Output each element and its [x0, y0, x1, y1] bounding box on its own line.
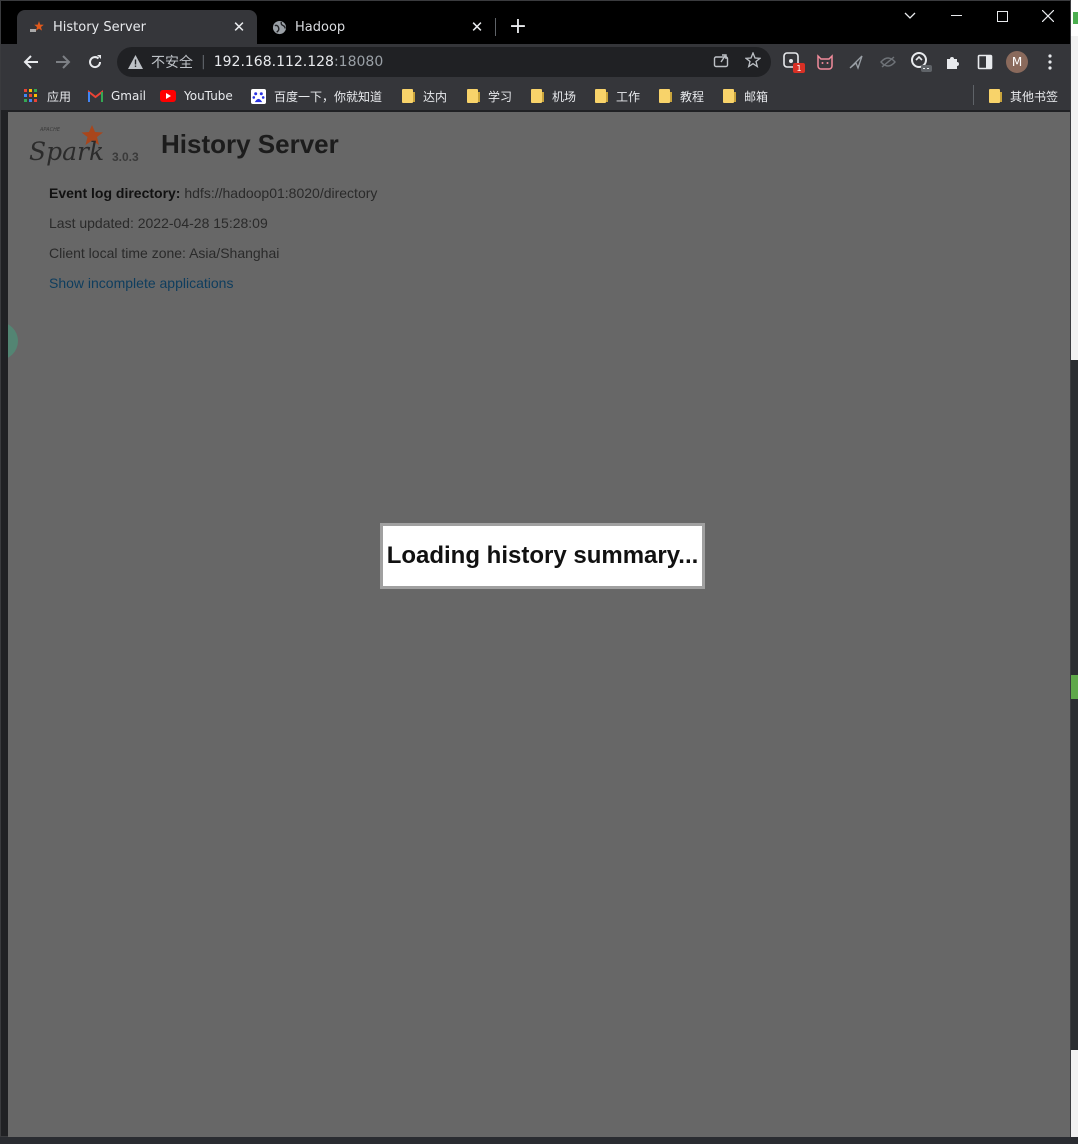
tab-search-icon[interactable] — [887, 1, 933, 31]
cursor-extension-icon[interactable] — [844, 50, 868, 74]
tab-title: Hadoop — [295, 19, 346, 35]
warning-icon[interactable] — [127, 55, 143, 69]
tab-close-icon[interactable]: ✕ — [467, 17, 487, 37]
side-floating-button[interactable] — [8, 322, 18, 360]
apps-grid-icon — [23, 88, 39, 104]
bookmark-label: 其他书签 — [1010, 89, 1059, 104]
profile-initial: M — [1006, 51, 1028, 73]
bookmark-apps[interactable]: 应用 — [23, 86, 71, 106]
eye-extension-icon[interactable] — [876, 50, 900, 74]
bookmark-label: 百度一下，你就知道 — [274, 89, 383, 104]
logo-spark-text: Spark — [29, 137, 104, 166]
url-host: 192.168.112.128 — [213, 54, 334, 70]
folder-icon — [464, 88, 480, 104]
loading-message: Loading history summary... — [386, 542, 699, 569]
bookmark-label: YouTube — [184, 89, 233, 103]
bookmark-label: 达内 — [423, 89, 448, 104]
puzzle-extensions-icon[interactable] — [941, 50, 965, 74]
extension-badge-icon[interactable]: 1 — [781, 50, 805, 74]
bookmark-label: 工作 — [616, 89, 641, 104]
event-log-value: hdfs://hadoop01:8020/directory — [184, 185, 378, 201]
loading-dialog: Loading history summary... — [380, 523, 705, 589]
folder-icon — [656, 88, 672, 104]
bookmark-label: 学习 — [488, 89, 513, 104]
client-time-zone: Client local time zone: Asia/Shanghai — [49, 245, 280, 261]
bookmark-gmail[interactable]: Gmail — [87, 86, 146, 106]
bookmark-folder-jiaocheng[interactable]: 教程 — [656, 86, 704, 106]
side-panel-icon[interactable] — [973, 50, 997, 74]
close-window-button[interactable] — [1025, 1, 1071, 31]
reload-button[interactable] — [81, 48, 109, 76]
bookmark-folder-xuexi[interactable]: 学习 — [464, 86, 512, 106]
event-log-directory: Event log directory: hdfs://hadoop01:802… — [49, 185, 377, 201]
tab-close-icon[interactable]: ✕ — [229, 17, 249, 37]
share-icon[interactable] — [712, 51, 730, 69]
globe-icon — [271, 19, 287, 35]
folder-icon — [986, 88, 1002, 104]
spark-favicon-icon — [29, 19, 45, 35]
last-updated: Last updated: 2022-04-28 15:28:09 — [49, 215, 268, 231]
bookmark-baidu[interactable]: 百度一下，你就知道 — [250, 86, 382, 106]
bookmark-folder-danei[interactable]: 达内 — [399, 86, 447, 106]
extension-badge-count: 1 — [796, 64, 801, 73]
bookmark-label: 机场 — [552, 89, 577, 104]
new-tab-button[interactable]: + — [506, 14, 530, 39]
sync-extension-icon[interactable] — [909, 50, 933, 74]
browser-window: History Server ✕ Hadoop ✕ + 不安全 | 192.16… — [0, 0, 1071, 1138]
profile-avatar[interactable]: M — [1005, 50, 1029, 74]
maximize-button[interactable] — [979, 1, 1025, 31]
folder-icon — [399, 88, 415, 104]
forward-button[interactable] — [49, 48, 77, 76]
page-title: History Server — [161, 129, 339, 159]
security-label[interactable]: 不安全 — [151, 52, 193, 72]
spark-logo[interactable]: APACHE Spark — [28, 124, 108, 166]
page-content: APACHE Spark 3.0.3 History Server Event … — [8, 112, 1070, 1138]
event-log-label: Event log directory: — [49, 185, 181, 201]
minimize-button[interactable] — [933, 1, 979, 31]
bookmark-label: 教程 — [680, 89, 705, 104]
spark-version: 3.0.3 — [112, 150, 139, 164]
tab-title: History Server — [53, 19, 147, 35]
bookmark-star-icon[interactable] — [744, 51, 762, 69]
gmail-icon — [87, 88, 103, 104]
background-window-edge — [1071, 0, 1078, 1144]
tab-history-server[interactable]: History Server ✕ — [17, 10, 257, 44]
tab-hadoop[interactable]: Hadoop ✕ — [259, 10, 495, 44]
browser-toolbar: 不安全 | 192.168.112.128:18080 1 M — [1, 44, 1070, 81]
address-separator: | — [201, 54, 206, 70]
baidu-icon — [250, 88, 266, 104]
logo-apache-text: APACHE — [39, 127, 61, 133]
folder-icon — [720, 88, 736, 104]
back-button[interactable] — [17, 48, 45, 76]
bookmark-folder-youxiang[interactable]: 邮箱 — [720, 86, 768, 106]
show-incomplete-link[interactable]: Show incomplete applications — [49, 275, 233, 291]
show-incomplete-row: Show incomplete applications — [49, 275, 233, 291]
address-bar[interactable]: 不安全 | 192.168.112.128:18080 — [117, 47, 771, 77]
bookmarks-divider — [973, 85, 974, 105]
bookmark-label: Gmail — [111, 89, 147, 103]
tab-strip: History Server ✕ Hadoop ✕ + — [1, 1, 1070, 44]
kebab-menu-icon[interactable] — [1038, 50, 1062, 74]
taskbar-edge — [0, 1137, 1078, 1144]
cat-extension-icon[interactable] — [813, 50, 837, 74]
bookmark-youtube[interactable]: YouTube — [160, 86, 233, 106]
folder-icon — [592, 88, 608, 104]
folder-icon — [528, 88, 544, 104]
bookmarks-bar: 应用 Gmail YouTube 百度一下，你就知道 达内 学习 机场 工作 教… — [1, 81, 1070, 111]
youtube-icon — [160, 88, 176, 104]
bookmark-other[interactable]: 其他书签 — [986, 86, 1058, 106]
bookmark-folder-jichang[interactable]: 机场 — [528, 86, 576, 106]
bookmark-label: 邮箱 — [744, 89, 769, 104]
bookmark-folder-gongzuo[interactable]: 工作 — [592, 86, 640, 106]
tab-separator — [495, 18, 496, 36]
bookmark-label: 应用 — [47, 89, 72, 104]
url-port: :18080 — [333, 54, 384, 70]
